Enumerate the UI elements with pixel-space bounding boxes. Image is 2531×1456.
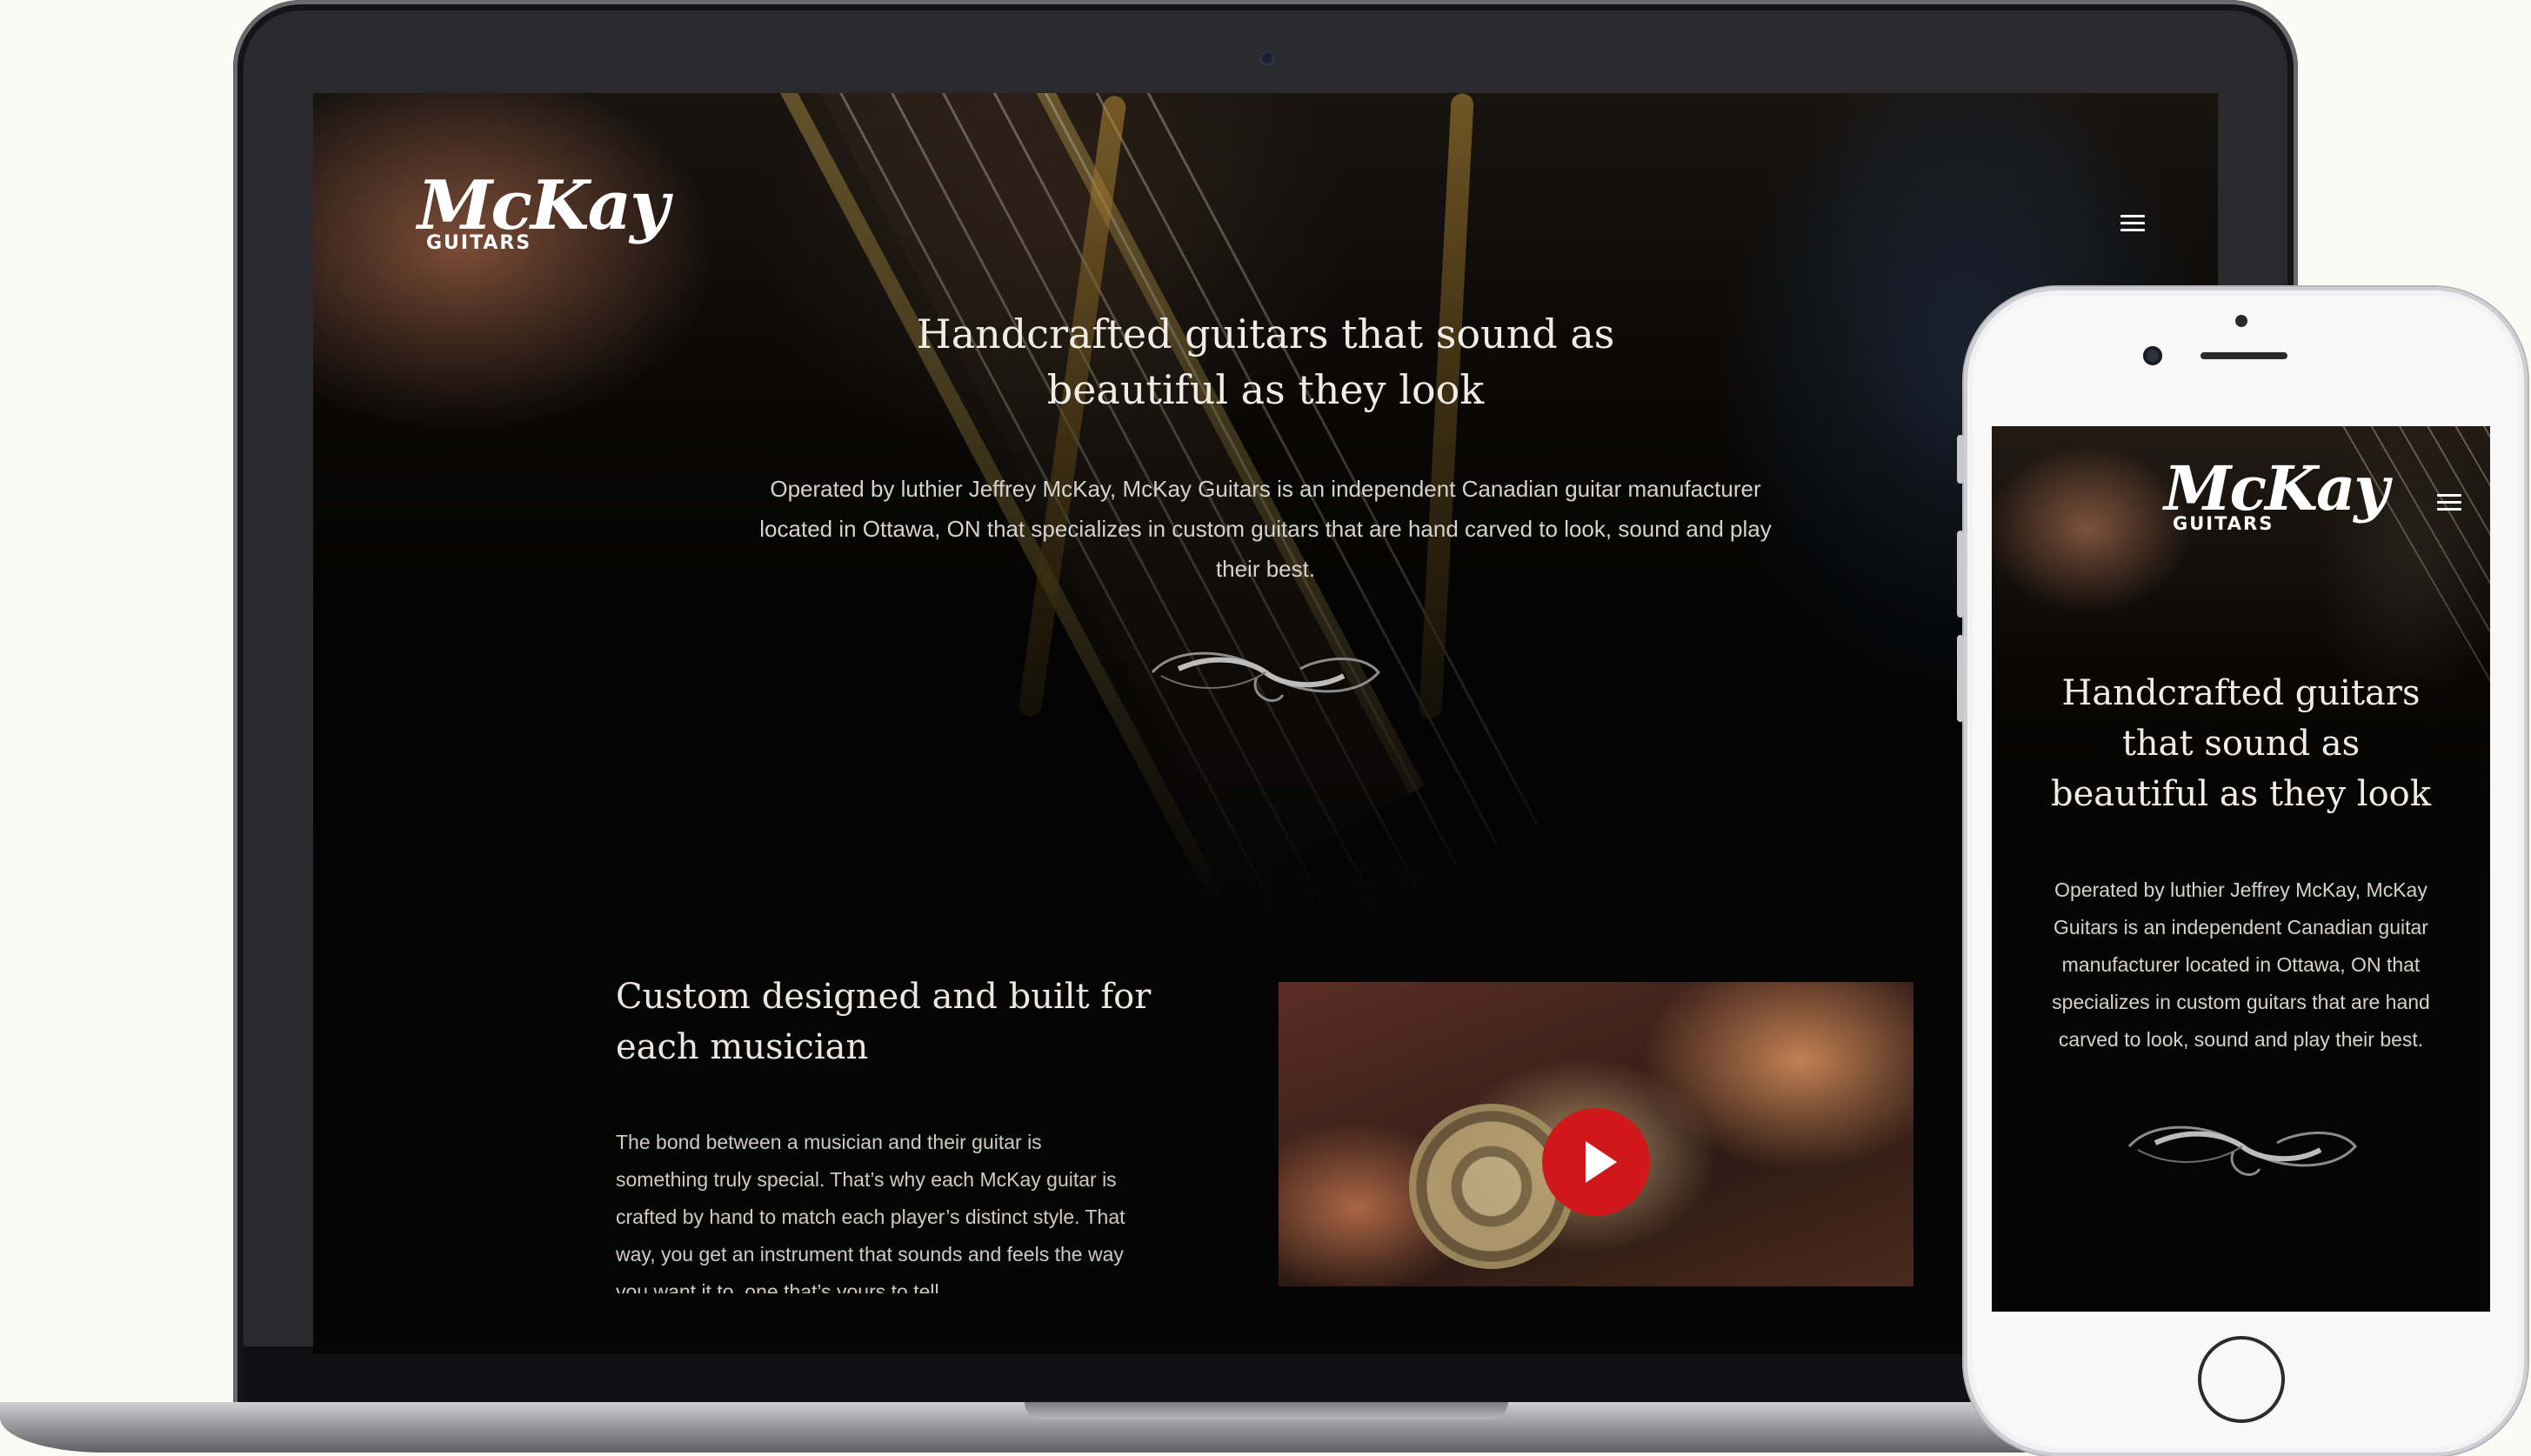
video-thumbnail[interactable] xyxy=(1279,982,1913,1286)
ornamental-flourish-icon xyxy=(1151,651,1380,702)
hamburger-menu-icon[interactable] xyxy=(1218,215,1242,232)
ornamental-flourish-icon xyxy=(2127,1125,2357,1176)
mobile-website: McKay GUITARS Handcrafted guitars that s… xyxy=(1992,426,2490,1312)
section-description: The bond between a musician and their gu… xyxy=(616,1131,1125,1293)
phone-speaker xyxy=(2200,352,2287,359)
laptop-camera xyxy=(1259,50,1275,66)
hero-title-line: Handcrafted guitars xyxy=(2061,673,2421,713)
hamburger-menu-icon[interactable] xyxy=(2437,494,2461,511)
hero-title-line: Handcrafted guitars that sound as xyxy=(916,311,1615,357)
hero-title-line: beautiful as they look xyxy=(1046,366,1485,413)
play-icon[interactable] xyxy=(1542,1108,1650,1216)
phone-sensor xyxy=(2235,315,2247,327)
hero-description: Operated by luthier Jeffrey McKay, McKay… xyxy=(759,476,1772,582)
phone-mute-switch xyxy=(1957,435,1964,484)
hamburger-menu-icon[interactable] xyxy=(2120,215,2145,232)
phone-volume-down xyxy=(1957,635,1964,722)
mobile-hero-title: Handcrafted guitars that sound as beauti… xyxy=(2027,668,2455,819)
mobile-hero-description: Operated by luthier Jeffrey McKay, McKay… xyxy=(2052,878,2430,1051)
mckay-logo[interactable]: McKay GUITARS xyxy=(2164,458,2389,535)
phone-front-camera xyxy=(2143,346,2162,365)
mckay-logo[interactable]: McKay GUITARS xyxy=(417,171,669,255)
hero-title: Handcrafted guitars that sound as beauti… xyxy=(765,306,1766,417)
laptop-hinge-notch xyxy=(1025,1402,1508,1419)
desktop-website: McKay GUITARS Handcrafted guitars that s… xyxy=(313,93,2218,1354)
phone-home-button[interactable] xyxy=(2198,1336,2285,1423)
section-title: Custom designed and built for each music… xyxy=(616,977,1152,1067)
phone-volume-up xyxy=(1957,531,1964,618)
hero-title-line: that sound as xyxy=(2121,724,2361,764)
hero-title-line: beautiful as they look xyxy=(2051,774,2431,814)
